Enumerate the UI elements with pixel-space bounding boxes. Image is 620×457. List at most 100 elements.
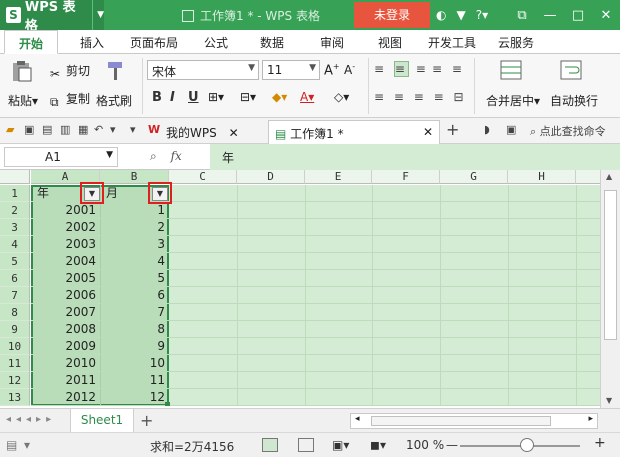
cell-b11[interactable]: 10 (100, 355, 169, 372)
tab-list-icon[interactable]: ▣ (506, 123, 516, 136)
row-header-1[interactable]: 1 (0, 185, 30, 202)
merge-center-icon[interactable] (500, 60, 522, 83)
column-header-d[interactable]: D (237, 170, 305, 184)
scroll-right-icon[interactable]: ▸ (588, 414, 593, 424)
merge-center-button[interactable]: 合并居中▾ (486, 92, 540, 109)
zoom-in-button[interactable]: + (594, 435, 606, 451)
row-header-11[interactable]: 11 (0, 355, 30, 372)
cell-b7[interactable]: 6 (100, 287, 169, 304)
shirt-icon[interactable]: ▼ (456, 8, 465, 22)
horizontal-align-group[interactable]: ≡ ≡ ≡ ≡ ⊟ (374, 90, 467, 104)
shrink-font-icon[interactable]: A- (344, 62, 355, 77)
grow-font-icon[interactable]: A+ (324, 62, 340, 78)
tab-formulas[interactable]: 公式 (204, 34, 228, 51)
wrap-text-button[interactable]: 自动换行 (550, 92, 598, 109)
row-header-2[interactable]: 2 (0, 202, 30, 219)
cell-a8[interactable]: 2007 (31, 304, 100, 321)
border-icon[interactable]: ⊞▾ (208, 90, 224, 104)
underline-button[interactable]: U (188, 90, 199, 105)
print-icon[interactable]: ▦ (78, 123, 88, 136)
format-painter-button[interactable]: 格式刷 (96, 92, 132, 109)
maximize-button[interactable]: □ (564, 0, 592, 30)
column-header-g[interactable]: G (440, 170, 508, 184)
cell-a10[interactable]: 2009 (31, 338, 100, 355)
name-box[interactable]: A1 ▼ (4, 147, 118, 167)
row-header-4[interactable]: 4 (0, 236, 30, 253)
normal-view-icon[interactable] (262, 438, 278, 452)
copy-button[interactable]: ⧉ 复制 (50, 90, 90, 109)
font-color-icon[interactable]: A▾ (300, 90, 314, 104)
paste-button[interactable]: 粘贴▾ (8, 92, 38, 109)
cell-b6[interactable]: 5 (100, 270, 169, 287)
row-header-12[interactable]: 12 (0, 372, 30, 389)
add-sheet-button[interactable]: + (140, 411, 153, 430)
fill-color-icon[interactable]: ◆▾ (272, 90, 287, 104)
italic-button[interactable]: I (170, 90, 175, 105)
horizontal-scrollbar[interactable]: ◂ ▸ (350, 413, 598, 429)
skin-icon[interactable]: ◐ (436, 8, 446, 22)
zoom-out-button[interactable]: — (446, 438, 458, 452)
sheet-tab-sheet1[interactable]: Sheet1 (70, 409, 134, 433)
row-header-13[interactable]: 13 (0, 389, 30, 406)
column-header-e[interactable]: E (305, 170, 372, 184)
row-header-10[interactable]: 10 (0, 338, 30, 355)
insert-function-button[interactable]: fx (171, 149, 182, 163)
mywps-tab[interactable]: 我的WPS ✕ (160, 120, 245, 144)
cell-b3[interactable]: 2 (100, 219, 169, 236)
scroll-up-icon[interactable]: ▲ (606, 172, 612, 181)
row-header-8[interactable]: 8 (0, 304, 30, 321)
row-header-7[interactable]: 7 (0, 287, 30, 304)
dropdown-icon[interactable]: ▾ (24, 438, 30, 452)
cell-a12[interactable]: 2011 (31, 372, 100, 389)
tab-developer[interactable]: 开发工具 (428, 34, 476, 51)
tab-view[interactable]: 视图 (378, 34, 402, 51)
restore-icon[interactable]: ⧉ (508, 0, 536, 30)
scroll-down-icon[interactable]: ▼ (606, 396, 612, 405)
cell-b10[interactable]: 9 (100, 338, 169, 355)
command-search[interactable]: ⌕ 点此查找命令 (530, 123, 606, 139)
column-header-c[interactable]: C (169, 170, 237, 184)
paste-icon[interactable] (10, 60, 34, 85)
cell-b13[interactable]: 12 (100, 389, 169, 406)
cell-a2[interactable]: 2001 (31, 202, 100, 219)
tab-menu-icon[interactable]: ◗ (484, 123, 490, 136)
row-header-6[interactable]: 6 (0, 270, 30, 287)
cell-b2[interactable]: 1 (100, 202, 169, 219)
orientation-group[interactable]: ≡ ≡ (432, 62, 465, 76)
column-header-f[interactable]: F (372, 170, 440, 184)
save-icon[interactable]: ▣ (24, 123, 34, 136)
fill-handle[interactable] (165, 402, 170, 406)
close-button[interactable]: ✕ (592, 0, 620, 30)
cell-a9[interactable]: 2008 (31, 321, 100, 338)
zoom-level[interactable]: 100 % (406, 438, 444, 452)
row-header-3[interactable]: 3 (0, 219, 30, 236)
export-pdf-icon[interactable]: ▥ (60, 123, 70, 136)
zoom-slider-knob[interactable] (520, 438, 534, 452)
row-header-9[interactable]: 9 (0, 321, 30, 338)
tab-insert[interactable]: 插入 (80, 34, 104, 51)
close-icon[interactable]: ✕ (423, 125, 433, 139)
row-header-5[interactable]: 5 (0, 253, 30, 270)
login-button[interactable]: 未登录 (354, 2, 430, 28)
cell-a5[interactable]: 2004 (31, 253, 100, 270)
cell-b12[interactable]: 11 (100, 372, 169, 389)
merge-cells-icon[interactable]: ⊟▾ (240, 90, 256, 104)
cell-b9[interactable]: 8 (100, 321, 169, 338)
cell-a13[interactable]: 2012 (31, 389, 100, 406)
tab-page-layout[interactable]: 页面布局 (130, 34, 178, 51)
wps-app-menu-button[interactable]: S WPS 表格 ▼ (0, 0, 104, 34)
minimize-button[interactable]: — (536, 0, 564, 30)
help-icon[interactable]: ?▾ (476, 8, 488, 22)
format-painter-icon[interactable] (104, 60, 126, 85)
macro-icon[interactable]: ▤ (6, 438, 17, 452)
cell-b8[interactable]: 7 (100, 304, 169, 321)
clear-format-icon[interactable]: ◇▾ (334, 90, 349, 104)
redo-icon[interactable]: ▾ (110, 123, 116, 136)
close-icon[interactable]: ✕ (229, 126, 239, 140)
new-tab-icon[interactable]: + (446, 120, 459, 139)
print-preview-icon[interactable]: ▤ (42, 123, 52, 136)
tab-cloud[interactable]: 云服务 (498, 34, 534, 51)
tab-home[interactable]: 开始 (4, 30, 59, 54)
font-size-select[interactable]: 11 ▼ (262, 60, 320, 80)
cell-b1[interactable]: 月 (102, 185, 122, 202)
